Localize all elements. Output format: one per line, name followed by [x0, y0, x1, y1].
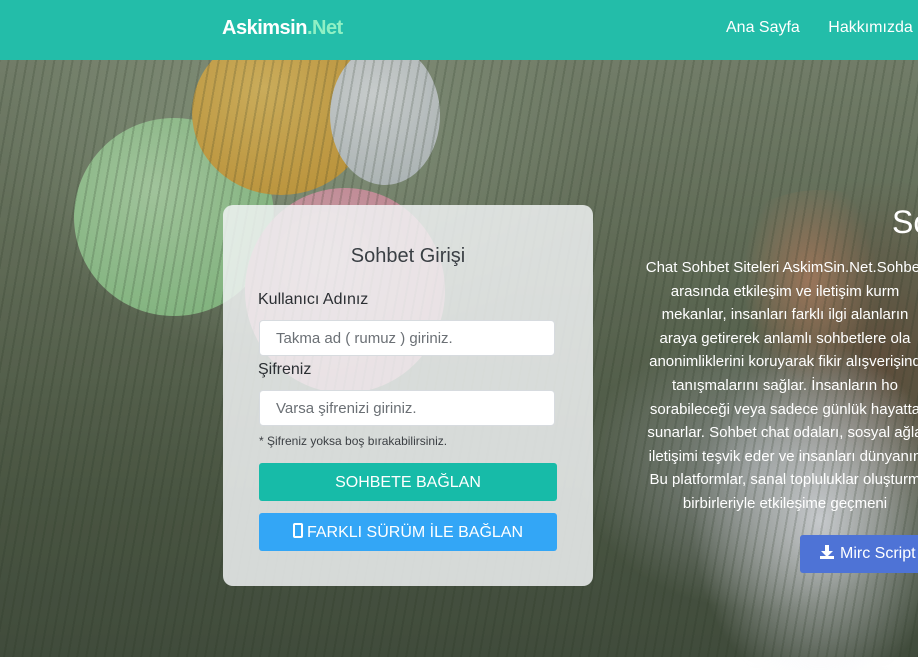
alt-version-label: FARKLI SÜRÜM İLE BAĞLAN	[306, 524, 524, 541]
mirc-script-label: Mirc Script	[840, 545, 916, 562]
hero-line: tanışmalarını sağlar. İnsanların ho	[672, 376, 898, 394]
nav-link-about[interactable]: Hakkımızda	[828, 19, 912, 37]
alt-version-button[interactable]: FARKLI SÜRÜM İLE BAĞLAN	[259, 513, 557, 551]
brand-tld: .Net	[306, 17, 343, 39]
login-title: Sohbet Girişi	[350, 245, 466, 267]
hero-line: anonimliklerini koruyarak fikir alışveri…	[649, 353, 918, 371]
username-label: Kullanıcı Adınız	[258, 291, 369, 308]
password-note: * Şifreniz yoksa boş bırakabilirsiniz.	[259, 434, 448, 448]
hero-line: mekanlar, insanları farklı ilgi alanları…	[661, 306, 909, 324]
hero-line: birbirleriyle etkileşime geçmeni	[682, 494, 888, 512]
connect-button[interactable]: SOHBETE BAĞLAN	[259, 463, 557, 501]
hero-line: sunarlar. Sohbet chat odaları, sosyal ağ…	[647, 424, 918, 442]
brand-logo[interactable]: Askimsin.Net	[222, 17, 343, 40]
nav-link-home[interactable]: Ana Sayfa	[726, 19, 800, 37]
hero-line: sorabileceği veya sadece günlük hayatta	[649, 400, 918, 418]
hero-line: Chat Sohbet Siteleri AskimSin.Net.Sohbet	[645, 259, 918, 276]
hero-line: iletişimi teşvik eder ve insanları dünya…	[648, 447, 918, 465]
mirc-script-download-button[interactable]: Mirc Script	[800, 535, 918, 573]
hero-description: Chat Sohbet Siteleri AskimSin.Net.Sohbet…	[605, 256, 918, 516]
download-icon	[820, 545, 834, 559]
hero-line: araya getirerek anlamlı sohbetlere ola	[659, 329, 911, 347]
brand-main: Askimsin	[222, 17, 307, 39]
navbar: Askimsin.Net Ana Sayfa Hakkımızda	[0, 0, 918, 60]
password-input[interactable]	[259, 390, 555, 426]
password-label: Şifreniz	[258, 361, 312, 378]
mobile-phone-icon	[292, 523, 303, 538]
login-card: Sohbet Girişi Kullanıcı Adınız Şifreniz …	[223, 205, 593, 586]
hero-heading: So	[892, 204, 918, 240]
nav-links: Ana Sayfa Hakkımızda	[726, 19, 918, 37]
username-input[interactable]	[259, 320, 555, 356]
hero-line: Bu platformlar, sanal topluluklar oluştu…	[649, 471, 918, 489]
hero-line: arasında etkileşim ve iletişim kurm	[670, 282, 900, 300]
